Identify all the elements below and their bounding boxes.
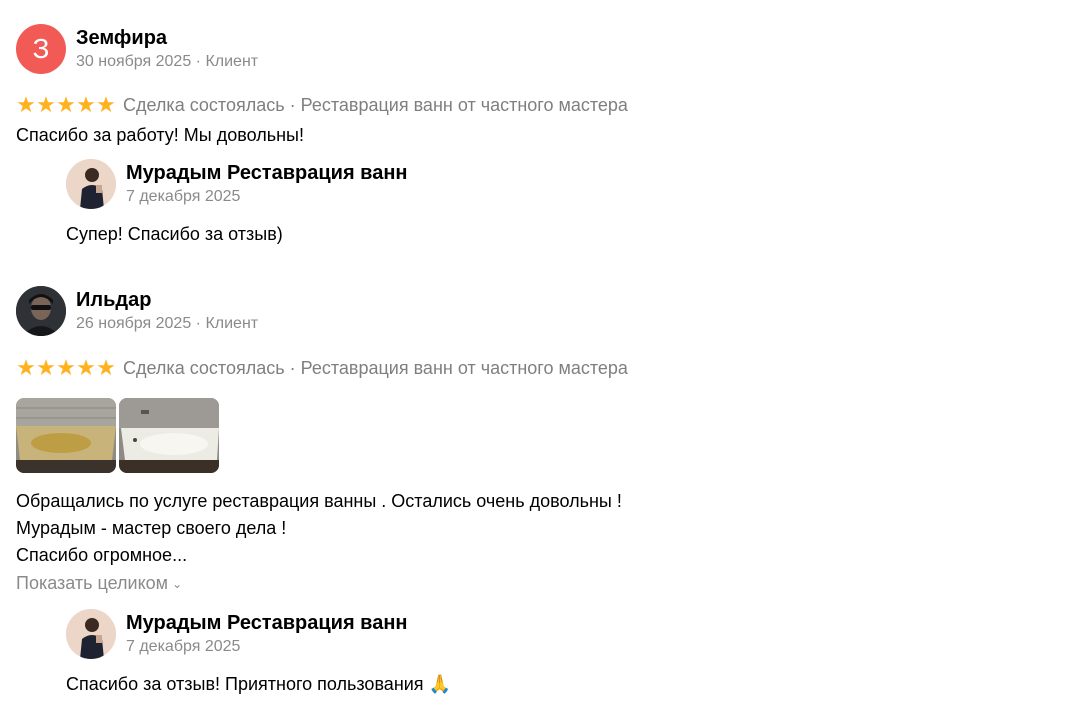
avatar[interactable] — [16, 286, 66, 336]
star-icon: ★ — [16, 355, 36, 380]
review-text-block: Обращались по услуге реставрация ванны .… — [16, 488, 1066, 569]
review-header: З Земфира 30 ноября 2025 · Клиент — [16, 24, 1066, 74]
review-photos — [16, 398, 1066, 473]
review-text: Обращались по услуге реставрация ванны .… — [16, 491, 622, 511]
star-icon: ★ — [36, 355, 56, 380]
reply-text: Супер! Спасибо за отзыв) — [66, 224, 283, 244]
star-icon: ★ — [16, 92, 36, 117]
review-text: Спасибо огромное... — [16, 545, 188, 565]
star-icon: ★ — [96, 92, 116, 117]
star-icon: ★ — [36, 92, 56, 117]
seller-reply: Мурадым Реставрация ванн 7 декабря 2025 … — [66, 159, 966, 248]
seller-name[interactable]: Мурадым Реставрация ванн — [126, 161, 408, 185]
star-icon: ★ — [96, 355, 116, 380]
seller-name[interactable]: Мурадым Реставрация ванн — [126, 611, 408, 635]
review-card: Ильдар 26 ноября 2025 · Клиент ★ ★ ★ ★ ★… — [16, 286, 1066, 594]
seller-avatar[interactable] — [66, 159, 116, 209]
seller-avatar[interactable] — [66, 609, 116, 659]
review-text: Спасибо за работу! Мы довольны! — [16, 125, 304, 145]
rating-row: ★ ★ ★ ★ ★ Сделка состоялась · Реставраци… — [16, 357, 1066, 379]
rating-row: ★ ★ ★ ★ ★ Сделка состоялась · Реставраци… — [16, 94, 1066, 116]
star-icon: ★ — [56, 92, 76, 117]
avatar[interactable]: З — [16, 24, 66, 74]
show-full-label: Показать целиком — [16, 573, 169, 593]
seller-reply: Мурадым Реставрация ванн 7 декабря 2025 … — [66, 609, 966, 698]
deal-status: Сделка состоялась · Реставрация ванн от … — [123, 357, 628, 378]
chevron-down-icon: ⌄ — [172, 576, 183, 591]
bathtub-after-photo[interactable] — [119, 398, 219, 473]
star-rating: ★ ★ ★ ★ ★ — [16, 357, 116, 379]
review-card: З Земфира 30 ноября 2025 · Клиент ★ ★ ★ … — [16, 24, 1066, 149]
star-icon: ★ — [76, 355, 96, 380]
review-header: Ильдар 26 ноября 2025 · Клиент — [16, 286, 1066, 336]
star-rating: ★ ★ ★ ★ ★ — [16, 94, 116, 116]
bathtub-before-photo[interactable] — [16, 398, 116, 473]
reply-text: Спасибо за отзыв! Приятного пользования … — [66, 674, 451, 694]
reply-date: 7 декабря 2025 — [126, 638, 241, 655]
show-full-button[interactable]: Показать целиком ⌄ — [16, 573, 182, 594]
reply-header: Мурадым Реставрация ванн 7 декабря 2025 — [66, 159, 966, 209]
star-icon: ★ — [76, 92, 96, 117]
deal-status: Сделка состоялась · Реставрация ванн от … — [123, 94, 628, 115]
author-name[interactable]: Ильдар — [76, 288, 258, 312]
review-meta: 26 ноября 2025 · Клиент — [76, 315, 259, 332]
review-meta: 30 ноября 2025 · Клиент — [76, 53, 259, 70]
reply-date: 7 декабря 2025 — [126, 188, 241, 205]
star-icon: ★ — [56, 355, 76, 380]
author-name[interactable]: Земфира — [76, 26, 258, 50]
reply-header: Мурадым Реставрация ванн 7 декабря 2025 — [66, 609, 966, 659]
review-text: Мурадым - мастер своего дела ! — [16, 518, 287, 538]
